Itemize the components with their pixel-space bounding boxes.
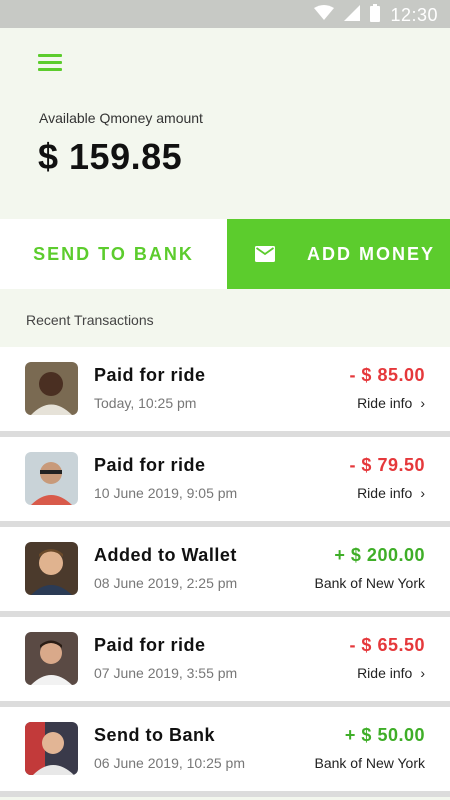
status-bar: 12:30: [0, 0, 450, 28]
mail-icon: [255, 246, 275, 262]
transaction-date: 10 June 2019, 9:05 pm: [94, 485, 238, 501]
transaction-bank: Bank of New York: [314, 755, 425, 771]
transaction-row[interactable]: Paid for ride 10 June 2019, 9:05 pm - $ …: [0, 437, 450, 527]
transaction-amount: - $ 85.00: [349, 365, 425, 385]
transaction-date: 06 June 2019, 10:25 pm: [94, 755, 246, 771]
transaction-title: Paid for ride: [94, 365, 206, 385]
balance-amount: $ 159.85: [38, 136, 183, 177]
transaction-title: Paid for ride: [94, 635, 206, 655]
avatar: [25, 452, 78, 505]
avatar: [25, 542, 78, 595]
ride-info-link[interactable]: Ride info ›: [357, 485, 425, 501]
transaction-date: 08 June 2019, 2:25 pm: [94, 575, 238, 591]
transaction-row[interactable]: Paid for ride 07 June 2019, 3:55 pm - $ …: [0, 617, 450, 707]
avatar: [25, 632, 78, 685]
recent-transactions-heading: Recent Transactions: [26, 312, 154, 328]
send-to-bank-button[interactable]: SEND TO BANK: [0, 219, 227, 289]
transaction-row[interactable]: Paid for ride Today, 10:25 pm - $ 85.00 …: [0, 347, 450, 437]
balance-label: Available Qmoney amount: [39, 110, 203, 126]
battery-icon: [370, 4, 381, 27]
ride-info-link[interactable]: Ride info ›: [357, 665, 425, 681]
transaction-amount: + $ 50.00: [344, 725, 425, 745]
avatar: [25, 362, 78, 415]
transaction-title: Paid for ride: [94, 455, 206, 475]
avatar: [25, 722, 78, 775]
status-time: 12:30: [390, 5, 438, 25]
chevron-right-icon: ›: [420, 395, 425, 411]
ride-info-link[interactable]: Ride info ›: [357, 395, 425, 411]
transaction-title: Added to Wallet: [94, 545, 237, 565]
transaction-sub-label: Bank of New York: [314, 575, 425, 591]
transaction-bank: Bank of New York: [314, 575, 425, 591]
add-money-button[interactable]: ADD MONEY: [227, 219, 450, 289]
chevron-right-icon: ›: [420, 665, 425, 681]
chevron-right-icon: ›: [420, 485, 425, 501]
transaction-date: 07 June 2019, 3:55 pm: [94, 665, 238, 681]
menu-icon[interactable]: [38, 54, 62, 74]
transaction-row[interactable]: Added to Wallet 08 June 2019, 2:25 pm + …: [0, 527, 450, 617]
wifi-icon: [314, 5, 335, 26]
action-buttons: SEND TO BANK ADD MONEY: [0, 219, 450, 289]
transaction-title: Send to Bank: [94, 725, 216, 745]
transaction-sub-label: Bank of New York: [314, 755, 425, 771]
transaction-sub-label: Ride info: [357, 665, 413, 681]
transaction-sub-label: Ride info: [357, 485, 413, 501]
transaction-sub-label: Ride info: [357, 395, 413, 411]
balance-header: Available Qmoney amount $ 159.85: [0, 28, 450, 219]
transaction-date: Today, 10:25 pm: [94, 395, 197, 411]
signal-icon: [344, 5, 361, 26]
add-money-label: ADD MONEY: [307, 243, 436, 264]
transaction-amount: + $ 200.00: [334, 545, 425, 565]
transaction-amount: - $ 79.50: [349, 455, 425, 475]
transaction-row[interactable]: Send to Bank 06 June 2019, 10:25 pm + $ …: [0, 707, 450, 797]
transaction-list: Paid for ride Today, 10:25 pm - $ 85.00 …: [0, 347, 450, 797]
send-to-bank-label: SEND TO BANK: [33, 243, 194, 264]
transaction-amount: - $ 65.50: [349, 635, 425, 655]
